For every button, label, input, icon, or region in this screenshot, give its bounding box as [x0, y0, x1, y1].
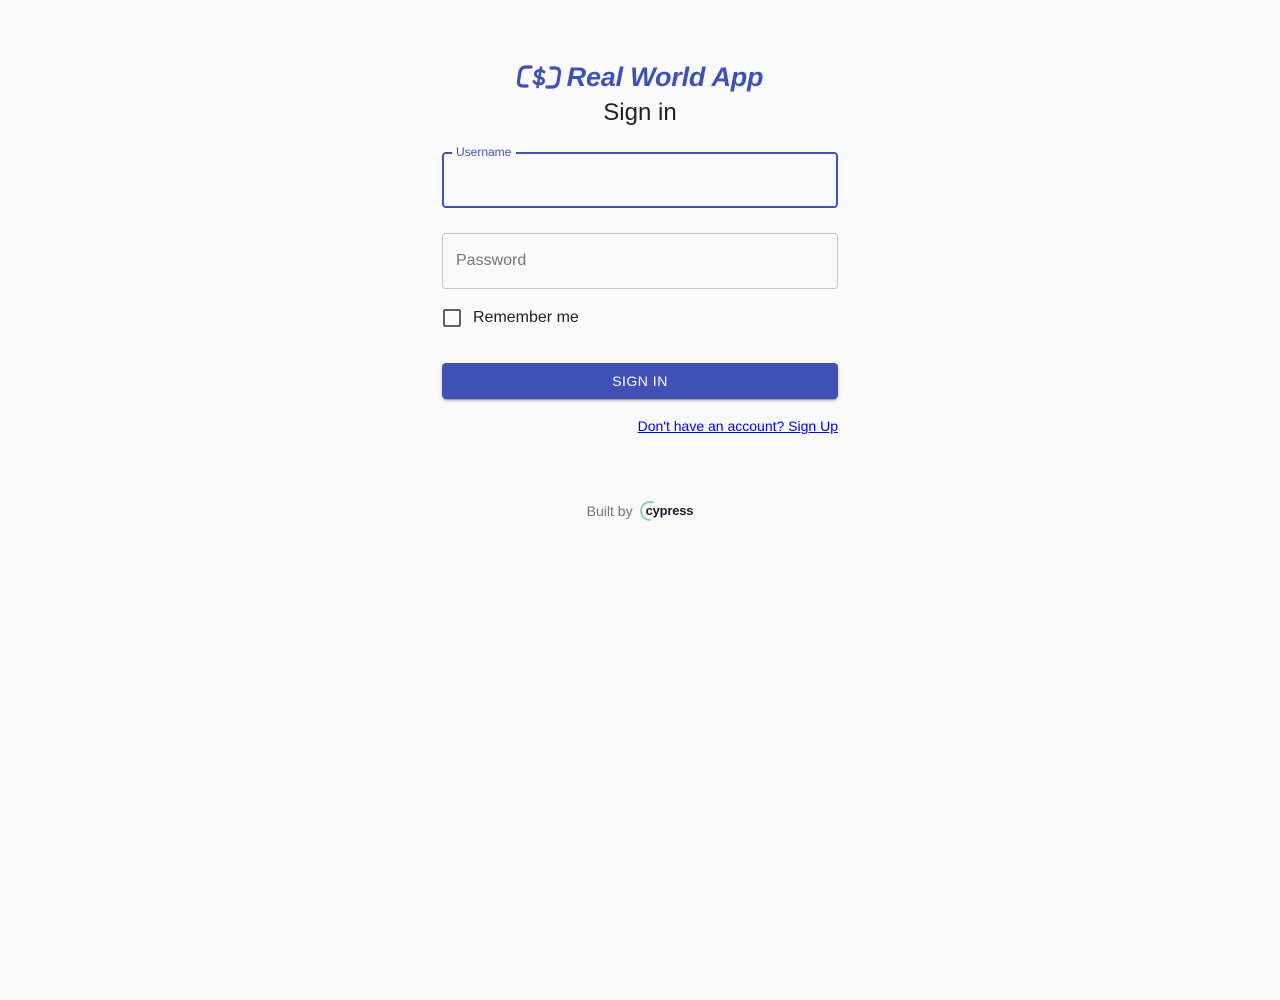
dollar-chain-icon	[516, 65, 561, 89]
page-title: Sign in	[603, 99, 677, 126]
cypress-logo[interactable]: cypress	[639, 499, 694, 523]
built-by-text: Built by	[586, 503, 633, 519]
built-by-footer: Built by cypress	[0, 498, 1280, 523]
username-input[interactable]	[456, 154, 824, 206]
sign-up-link[interactable]: Don't have an account? Sign Up	[638, 417, 838, 435]
sign-in-button[interactable]: Sign In	[442, 363, 838, 399]
app-name: Real World App	[566, 62, 764, 92]
password-input[interactable]	[456, 234, 825, 288]
checkbox-unchecked-icon[interactable]	[443, 309, 461, 327]
sign-in-page: Real World App Sign in Username Remember…	[0, 0, 1280, 1000]
app-logo: Real World App	[0, 58, 1280, 96]
password-field[interactable]	[442, 233, 838, 289]
username-field[interactable]: Username	[442, 145, 838, 208]
remember-me-checkbox[interactable]: Remember me	[443, 308, 579, 328]
cypress-brand-text: cypress	[645, 502, 694, 518]
remember-me-label: Remember me	[473, 309, 579, 326]
